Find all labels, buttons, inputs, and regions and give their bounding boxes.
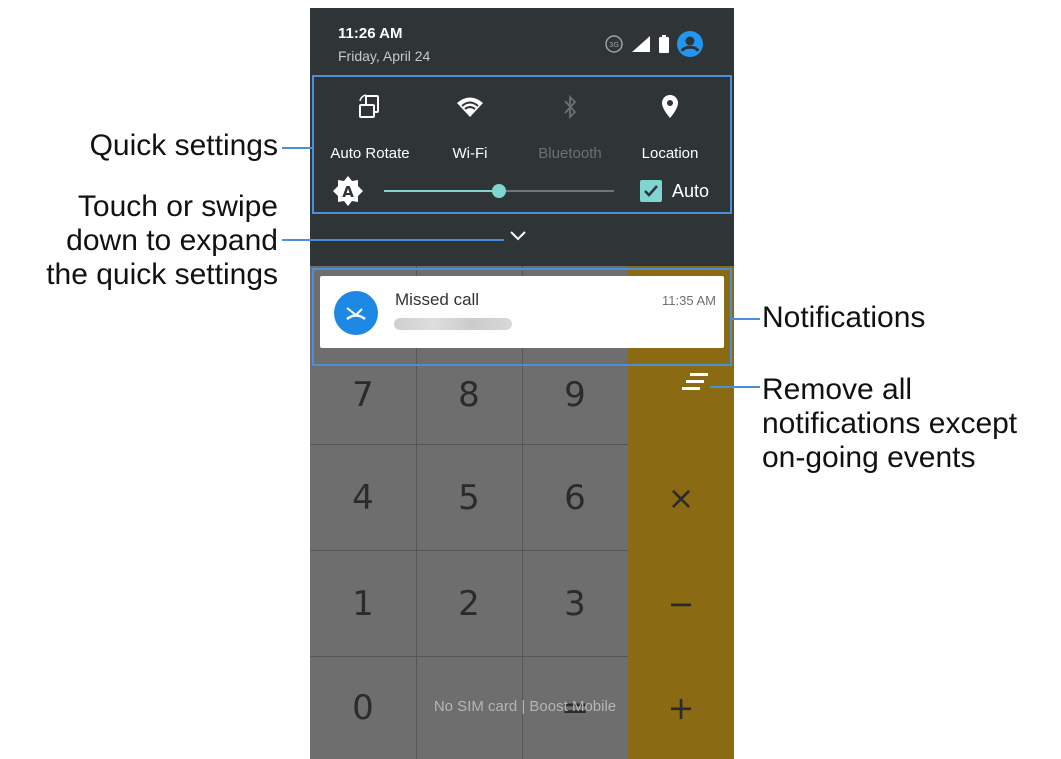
- calc-key-multiply[interactable]: ×: [628, 445, 734, 550]
- battery-icon: [658, 35, 670, 58]
- leader-expand: [282, 239, 504, 241]
- expand-chevron-icon[interactable]: [507, 226, 529, 244]
- account-icon[interactable]: [676, 30, 704, 63]
- calc-key-5[interactable]: 5: [416, 445, 522, 550]
- leader-quick-settings: [282, 147, 313, 149]
- leader-notifications: [732, 318, 760, 320]
- carrier-status: No SIM card | Boost Mobile: [433, 698, 617, 715]
- status-date: Friday, April 24: [338, 48, 431, 64]
- svg-text:3G: 3G: [609, 41, 619, 49]
- signal-icon: [630, 35, 652, 58]
- calc-key-2[interactable]: 2: [416, 551, 522, 656]
- calc-key-1[interactable]: 1: [310, 551, 416, 656]
- quick-settings-highlight: [312, 75, 732, 214]
- callout-notifications: Notifications: [762, 301, 926, 334]
- leader-clear-all: [710, 386, 760, 388]
- callout-quick-settings: Quick settings: [89, 129, 278, 162]
- status-icons: 3G: [604, 30, 704, 63]
- calc-key-3[interactable]: 3: [522, 551, 628, 656]
- data-saver-icon: 3G: [604, 34, 624, 59]
- status-time: 11:26 AM: [338, 25, 403, 42]
- clear-all-icon: [682, 373, 708, 390]
- callout-clear-all: Remove all notifications except on-going…: [762, 373, 1018, 474]
- clear-all-notifications-button[interactable]: [676, 370, 712, 398]
- notifications-highlight: [312, 268, 732, 366]
- calc-key-minus[interactable]: −: [628, 551, 734, 656]
- calc-key-4[interactable]: 4: [310, 445, 416, 550]
- calc-key-6[interactable]: 6: [522, 445, 628, 550]
- callout-expand: Touch or swipe down to expand the quick …: [46, 190, 278, 291]
